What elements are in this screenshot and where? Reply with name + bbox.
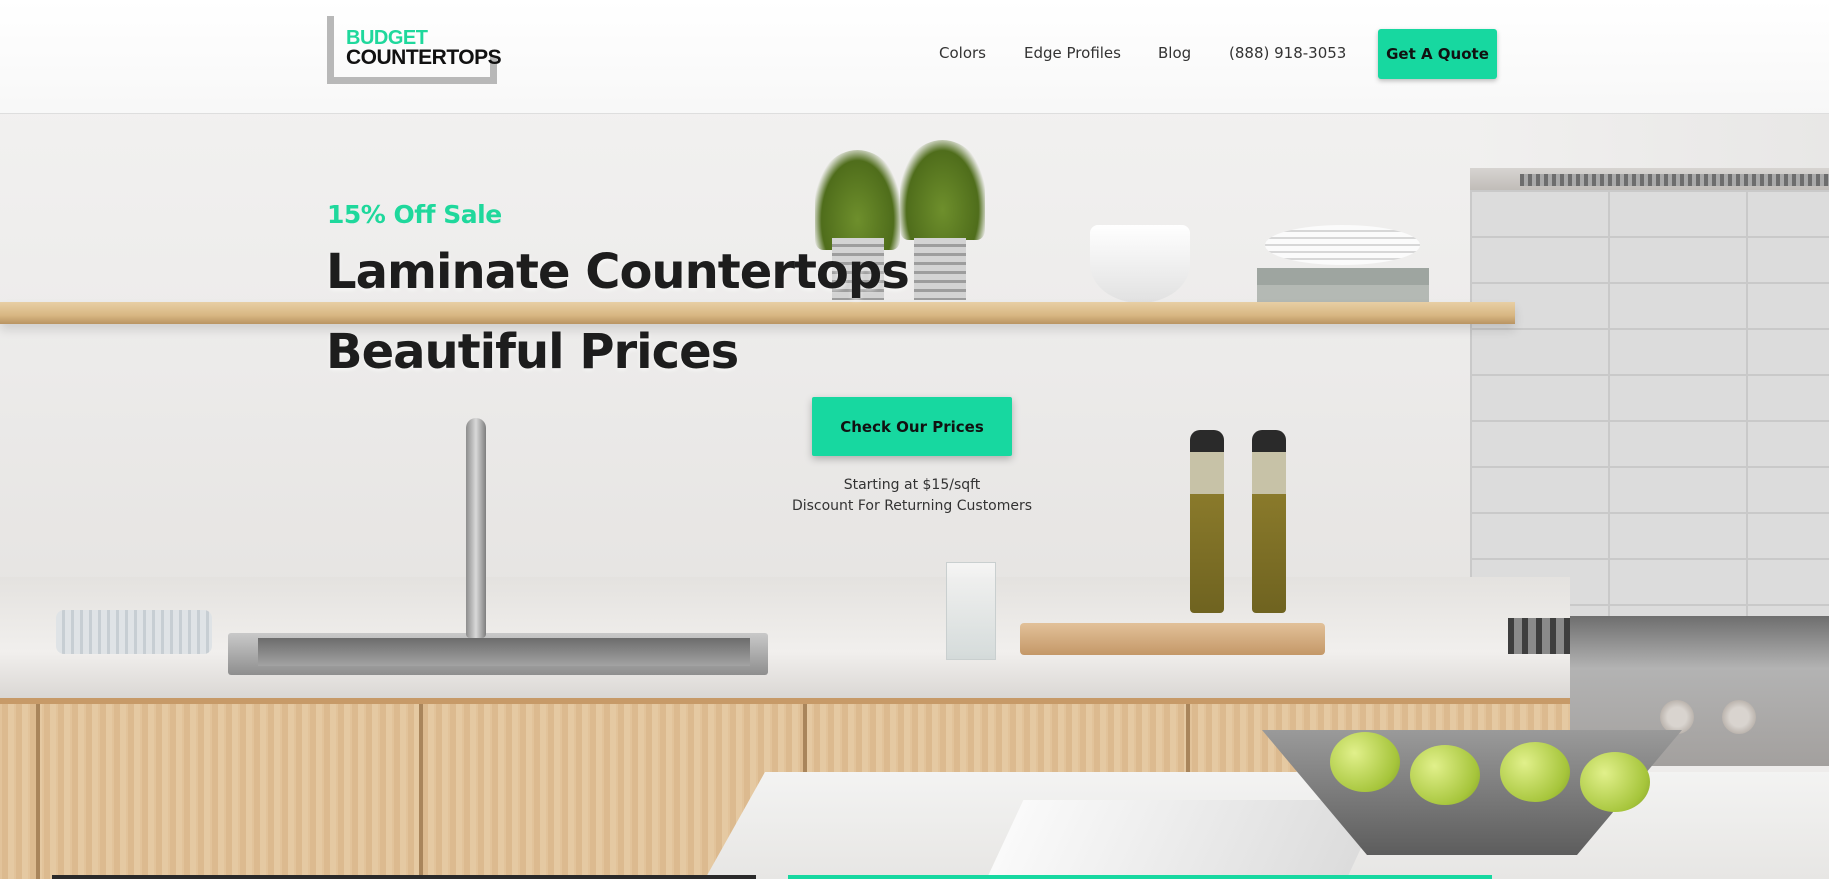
check-our-prices-button[interactable]: Check Our Prices: [812, 397, 1012, 456]
nav-link-phone[interactable]: (888) 918-3053: [1229, 44, 1346, 62]
sale-tagline: 15% Off Sale: [327, 200, 502, 229]
hero-headline-line1: Laminate Countertops: [326, 244, 910, 300]
starting-price-text: Starting at $15/sqft: [843, 477, 981, 493]
nav-link-colors[interactable]: Colors: [939, 44, 986, 62]
hero-section: 15% Off Sale Laminate Countertops Beauti…: [0, 0, 1829, 879]
section-strip-green: [788, 875, 1492, 879]
returning-customer-discount-text: Discount For Returning Customers: [791, 498, 1033, 514]
nav-link-blog[interactable]: Blog: [1158, 44, 1191, 62]
logo-text-countertops: COUNTERTOPS: [346, 46, 502, 69]
section-strip-dark: [52, 875, 756, 879]
get-a-quote-button[interactable]: Get A Quote: [1378, 29, 1497, 79]
site-logo[interactable]: BUDGET COUNTERTOPS: [327, 16, 502, 86]
nav-link-edge-profiles[interactable]: Edge Profiles: [1024, 44, 1121, 62]
site-header: BUDGET COUNTERTOPS Colors Edge Profiles …: [0, 0, 1829, 114]
hero-headline-line2: Beautiful Prices: [326, 324, 739, 380]
